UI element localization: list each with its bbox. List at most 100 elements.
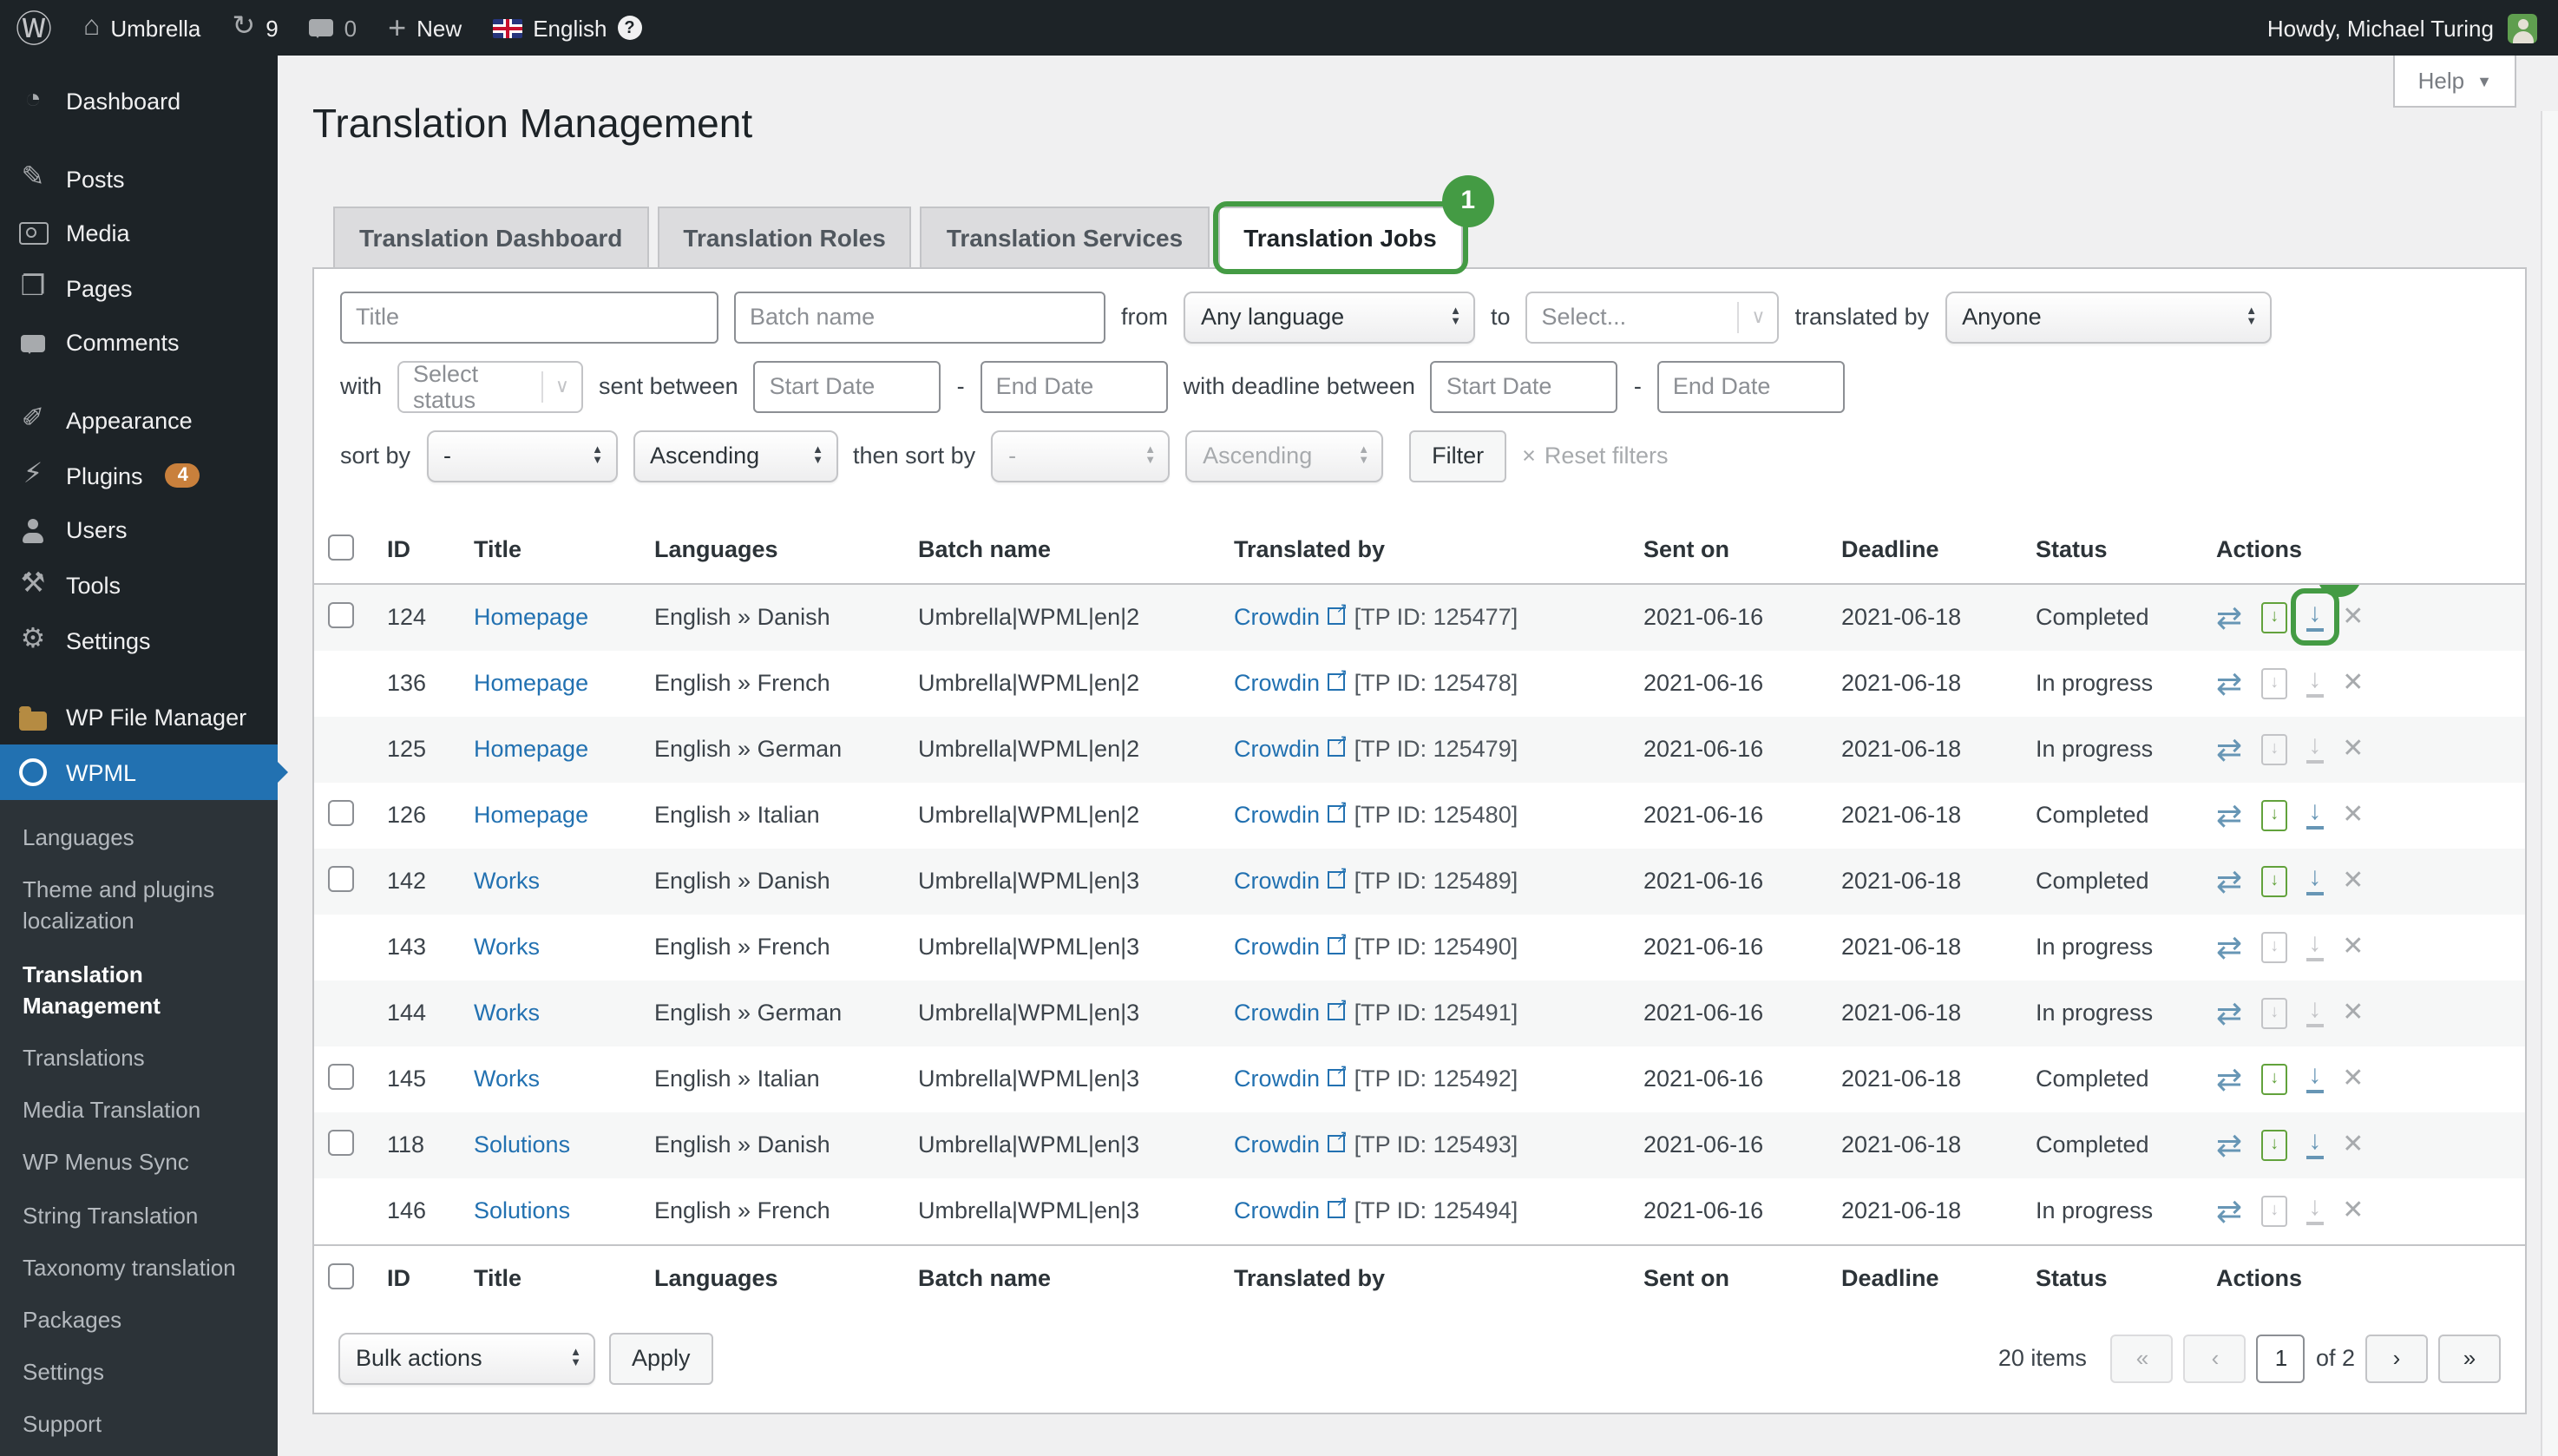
submenu-item-translation-management[interactable]: Translation Management [0,948,278,1033]
current-page-input[interactable]: 1 [2257,1334,2305,1382]
row-checkbox[interactable] [328,799,354,825]
exchange-icon[interactable]: ⇄ [2216,865,2242,896]
job-title-link[interactable]: Homepage [474,604,588,630]
sidebar-item-posts[interactable]: ✎ Posts [0,151,278,207]
account-menu[interactable]: Howdy, Michael Turing [2267,0,2494,56]
deadline-start-date-input[interactable]: Start Date [1431,360,1618,412]
apply-button[interactable]: Apply [609,1332,713,1384]
submenu-item-packages[interactable]: Packages [0,1295,278,1347]
cancel-icon[interactable]: ✕ [2342,934,2364,960]
exchange-icon[interactable]: ⇄ [2216,931,2242,962]
submenu-item-taxonomy-translation[interactable]: Taxonomy translation [0,1242,278,1294]
xliff-download-icon[interactable]: ↓ [2261,997,2287,1028]
cancel-icon[interactable]: ✕ [2342,1000,2364,1026]
vertical-scrollbar[interactable] [2541,111,2558,1456]
next-page-button[interactable]: › [2365,1334,2428,1382]
sidebar-item-appearance[interactable]: ✐ Appearance [0,392,278,448]
select-all-checkbox[interactable] [328,1263,354,1289]
user-avatar[interactable] [2508,13,2537,43]
submenu-item-support[interactable]: Support [0,1400,278,1452]
translator-link[interactable]: Crowdin [1234,736,1320,762]
row-checkbox[interactable] [328,601,354,627]
cancel-icon[interactable]: ✕ [2342,1066,2364,1092]
sidebar-item-plugins[interactable]: ⚡ Plugins 4 [0,448,278,503]
sort-field-select[interactable]: - ▲▼ [426,430,617,482]
language-switcher[interactable]: English ? [477,0,657,56]
xliff-download-icon[interactable]: ↓ [2261,601,2287,633]
updates-link[interactable]: ↻ 9 [216,0,293,56]
download-icon[interactable]: ↓ [2306,800,2323,830]
submenu-item-string-translation[interactable]: String Translation [0,1190,278,1242]
select-all-checkbox[interactable] [328,534,354,560]
job-title-link[interactable]: Works [474,868,540,894]
exchange-icon[interactable]: ⇄ [2216,1063,2242,1094]
to-language-select[interactable]: Select... ∨ [1526,291,1780,343]
cancel-icon[interactable]: ✕ [2342,670,2364,696]
download-icon[interactable]: ↓ [2306,1064,2323,1093]
cancel-icon[interactable]: ✕ [2342,1131,2364,1158]
previous-page-button[interactable]: ‹ [2184,1334,2246,1382]
filter-button[interactable]: Filter [1409,430,1506,482]
comments-link[interactable]: 0 [294,0,372,56]
exchange-icon[interactable]: ⇄ [2216,733,2242,764]
row-checkbox[interactable] [328,865,354,891]
submenu-item-media-translation[interactable]: Media Translation [0,1085,278,1137]
download-icon[interactable]: ↓ [2306,1196,2323,1225]
exchange-icon[interactable]: ⇄ [2216,1129,2242,1160]
sidebar-item-users[interactable]: Users [0,503,278,557]
row-checkbox[interactable] [328,1063,354,1089]
sidebar-item-tools[interactable]: ⚒ Tools [0,557,278,613]
status-select[interactable]: Select status ∨ [397,360,583,412]
submenu-item-translations[interactable]: Translations [0,1033,278,1085]
sidebar-item-wp-file-manager[interactable]: WP File Manager [0,691,278,744]
job-title-link[interactable]: Solutions [474,1131,570,1158]
job-title-link[interactable]: Homepage [474,802,588,828]
download-icon[interactable]: ↓ [2306,1130,2323,1159]
translator-link[interactable]: Crowdin [1234,1066,1320,1092]
download-icon[interactable]: ↓ [2306,866,2323,895]
site-name-link[interactable]: ⌂ Umbrella [68,0,216,56]
cancel-icon[interactable]: ✕ [2342,1197,2364,1223]
sort-order-select[interactable]: Ascending ▲▼ [633,430,837,482]
translator-link[interactable]: Crowdin [1234,1131,1320,1158]
cancel-icon[interactable]: ✕ [2342,604,2364,630]
row-checkbox[interactable] [328,1129,354,1155]
exchange-icon[interactable]: ⇄ [2216,799,2242,830]
batch-name-filter-input[interactable]: Batch name [734,291,1105,343]
bulk-actions-select[interactable]: Bulk actions ▲▼ [338,1332,595,1384]
translator-link[interactable]: Crowdin [1234,802,1320,828]
cancel-icon[interactable]: ✕ [2342,802,2364,828]
sidebar-item-pages[interactable]: ❐ Pages [0,260,278,316]
help-dropdown[interactable]: Help ▼ [2394,56,2516,108]
translator-link[interactable]: Crowdin [1234,604,1320,630]
new-content-link[interactable]: + New [372,0,477,56]
last-page-button[interactable]: » [2438,1334,2501,1382]
xliff-download-icon[interactable]: ↓ [2261,1195,2287,1226]
secondary-sort-field-select[interactable]: - ▲▼ [991,430,1170,482]
translated-by-select[interactable]: Anyone ▲▼ [1945,291,2271,343]
from-language-select[interactable]: Any language ▲▼ [1184,291,1475,343]
exchange-icon[interactable]: ⇄ [2216,601,2242,633]
tab-translation-dashboard[interactable]: Translation Dashboard [333,206,648,268]
sent-end-date-input[interactable]: End Date [981,360,1168,412]
xliff-download-icon[interactable]: ↓ [2261,733,2287,764]
job-title-link[interactable]: Homepage [474,670,588,696]
exchange-icon[interactable]: ⇄ [2216,1195,2242,1226]
tab-translation-services[interactable]: Translation Services [921,206,1209,268]
sidebar-item-comments[interactable]: Comments [0,316,278,370]
job-title-link[interactable]: Works [474,934,540,960]
download-icon[interactable]: ↓ [2306,734,2323,764]
xliff-download-icon[interactable]: ↓ [2261,667,2287,698]
download-icon[interactable]: ↓ [2306,602,2323,632]
translator-link[interactable]: Crowdin [1234,868,1320,894]
job-title-link[interactable]: Works [474,1066,540,1092]
first-page-button[interactable]: « [2111,1334,2174,1382]
tab-translation-roles[interactable]: Translation Roles [657,206,911,268]
job-title-link[interactable]: Works [474,1000,540,1026]
job-title-link[interactable]: Homepage [474,736,588,762]
submenu-item-wp-menus-sync[interactable]: WP Menus Sync [0,1138,278,1190]
download-icon[interactable]: ↓ [2306,998,2323,1027]
deadline-end-date-input[interactable]: End Date [1657,360,1845,412]
xliff-download-icon[interactable]: ↓ [2261,1129,2287,1160]
cancel-icon[interactable]: ✕ [2342,736,2364,762]
